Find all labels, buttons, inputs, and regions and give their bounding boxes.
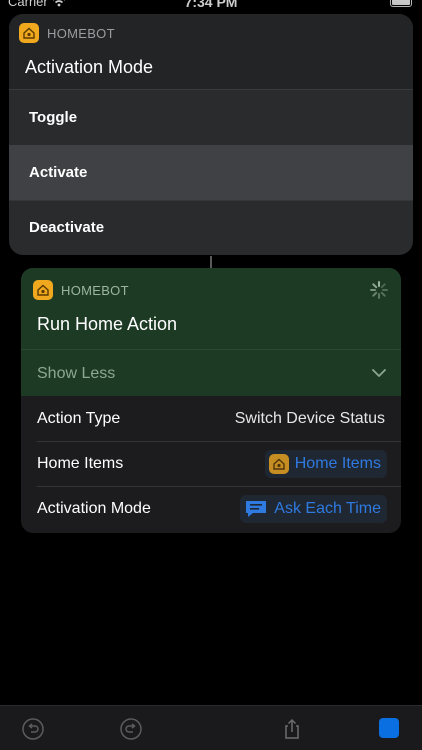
redo-icon: [120, 718, 142, 740]
card-app-name: HOMEBOT: [61, 282, 129, 298]
activation-mode-menu: HOMEBOT Activation Mode Toggle Activate …: [9, 14, 413, 255]
menu-app-name: HOMEBOT: [47, 25, 115, 41]
loading-spinner-icon: [370, 281, 388, 299]
token-label: Ask Each Time: [274, 499, 381, 517]
share-icon: [285, 718, 299, 739]
bottom-toolbar: [0, 705, 422, 750]
param-row-action-type[interactable]: Action Type Switch Device Status: [21, 396, 401, 441]
menu-option-toggle[interactable]: Toggle: [9, 90, 413, 145]
param-row-activation-mode[interactable]: Activation Mode Ask Each Time: [21, 486, 401, 531]
menu-title: Activation Mode: [25, 57, 154, 77]
homebot-app-icon: [33, 280, 53, 300]
param-label: Home Items: [37, 454, 124, 472]
param-row-home-items[interactable]: Home Items Home Items: [21, 441, 401, 486]
share-button[interactable]: [280, 717, 304, 741]
show-less-button[interactable]: Show Less: [37, 365, 115, 383]
home-items-token[interactable]: Home Items: [264, 449, 387, 478]
speech-bubble-icon: [244, 499, 268, 519]
homebot-app-icon: [268, 453, 289, 474]
stop-icon[interactable]: [379, 718, 399, 738]
menu-option-deactivate[interactable]: Deactivate: [9, 200, 413, 255]
menu-option-activate[interactable]: Activate: [9, 145, 413, 200]
ask-each-time-token[interactable]: Ask Each Time: [240, 494, 387, 523]
card-header-divider: [21, 349, 401, 350]
chevron-down-icon[interactable]: [371, 366, 387, 380]
run-home-action-card: HOMEBOT Run Home Action Show Less Action…: [21, 268, 401, 533]
param-value[interactable]: Switch Device Status: [235, 410, 385, 428]
menu-header: HOMEBOT Activation Mode: [9, 14, 413, 90]
card-app-row: HOMEBOT: [33, 280, 129, 300]
action-connector-line: [210, 256, 212, 268]
battery-icon: [390, 0, 412, 7]
undo-icon: [22, 718, 44, 740]
card-title: Run Home Action: [37, 314, 178, 334]
card-header: HOMEBOT Run Home Action Show Less: [21, 268, 401, 396]
status-time: 7:34 PM: [184, 0, 238, 10]
redo-button[interactable]: [119, 717, 143, 741]
undo-button[interactable]: [21, 717, 45, 741]
param-label: Activation Mode: [37, 499, 151, 517]
param-label: Action Type: [37, 409, 121, 427]
token-label: Home Items: [294, 454, 381, 472]
homebot-app-icon: [19, 23, 39, 43]
menu-app-row: HOMEBOT: [19, 23, 115, 43]
